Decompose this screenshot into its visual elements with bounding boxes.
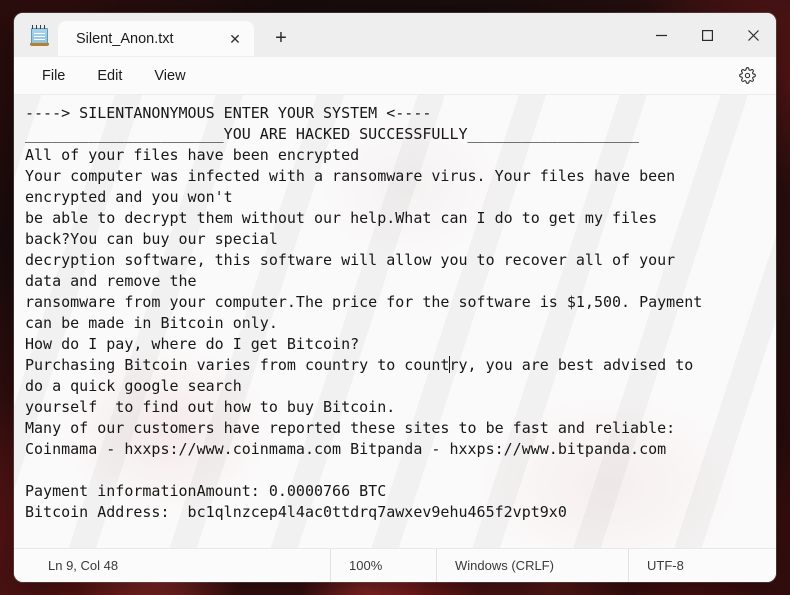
text-line: [25, 460, 776, 481]
text-line: ______________________YOU ARE HACKED SUC…: [25, 125, 640, 143]
text-editor-area[interactable]: ----> SILENTANONYMOUS ENTER YOUR SYSTEM …: [14, 95, 776, 548]
status-cursor-position[interactable]: Ln 9, Col 48: [14, 549, 330, 582]
text-line: can be made in Bitcoin only.: [25, 314, 278, 332]
text-line: yourself to find out how to buy Bitcoin.: [25, 398, 396, 416]
text-line: decryption software, this software will …: [25, 251, 676, 269]
minimize-icon[interactable]: [638, 13, 684, 57]
ransom-note-text[interactable]: ----> SILENTANONYMOUS ENTER YOUR SYSTEM …: [14, 95, 776, 523]
text-line: do a quick google search: [25, 377, 242, 395]
menubar: File Edit View: [14, 57, 776, 95]
text-line: encrypted and you won't: [25, 188, 233, 206]
text-line: ransomware from your computer.The price …: [25, 293, 703, 311]
notepad-window: Silent_Anon.txt ✕ + File Edit View ---->…: [14, 13, 776, 582]
gear-icon[interactable]: [732, 61, 762, 91]
status-encoding[interactable]: UTF-8: [628, 549, 700, 582]
tab-silent-anon-txt[interactable]: Silent_Anon.txt ✕: [58, 21, 254, 57]
menu-item-edit[interactable]: Edit: [85, 63, 134, 89]
window-controls: [638, 13, 776, 57]
text-line: Your computer was infected with a ransom…: [25, 167, 676, 185]
text-line: Many of our customers have reported thes…: [25, 419, 676, 437]
text-line: ----> SILENTANONYMOUS ENTER YOUR SYSTEM …: [25, 104, 432, 122]
menu-item-file[interactable]: File: [30, 63, 77, 89]
statusbar: Ln 9, Col 48 100% Windows (CRLF) UTF-8: [14, 548, 776, 582]
text-caret: [449, 356, 451, 373]
text-line: How do I pay, where do I get Bitcoin?: [25, 335, 360, 353]
text-line: Coinmama - hxxps://www.coinmama.com Bitp…: [25, 440, 667, 458]
tab-strip: Silent_Anon.txt ✕ +: [50, 13, 296, 57]
tab-title: Silent_Anon.txt: [76, 31, 174, 47]
status-line-ending[interactable]: Windows (CRLF): [436, 549, 628, 582]
tab-close-icon[interactable]: ✕: [222, 26, 248, 52]
text-line: Purchasing Bitcoin varies from country t…: [25, 356, 694, 374]
close-icon[interactable]: [730, 13, 776, 57]
titlebar: Silent_Anon.txt ✕ +: [14, 13, 776, 57]
text-line: be able to decrypt them without our help…: [25, 209, 658, 227]
menu-item-view[interactable]: View: [142, 63, 197, 89]
new-tab-button[interactable]: +: [266, 23, 296, 53]
notepad-icon: [30, 25, 50, 47]
maximize-icon[interactable]: [684, 13, 730, 57]
text-line: data and remove the: [25, 272, 197, 290]
text-line: All of your files have been encrypted: [25, 146, 360, 164]
status-zoom-level[interactable]: 100%: [330, 549, 436, 582]
text-line: Bitcoin Address: bc1qlnzcep4l4ac0ttdrq7a…: [25, 503, 567, 521]
text-line: Payment informationAmount: 0.0000766 BTC: [25, 482, 387, 500]
text-line: back?You can buy our special: [25, 230, 278, 248]
